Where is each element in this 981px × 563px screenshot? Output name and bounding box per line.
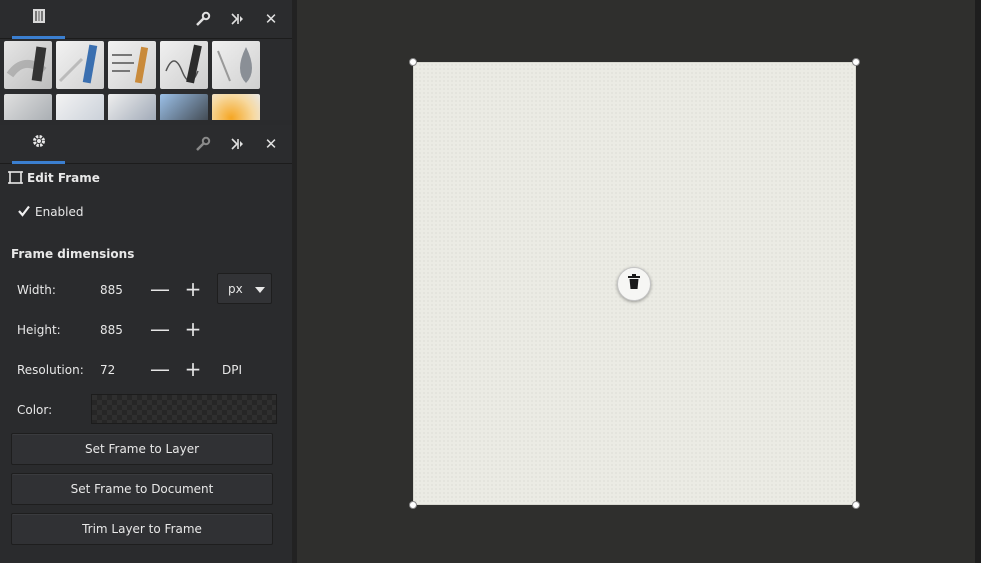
tab-settings[interactable] — [12, 125, 65, 164]
close-glyph: ✕ — [264, 10, 278, 28]
settings-panel-tabbar: ✕ — [0, 125, 292, 164]
wrench-icon[interactable] — [190, 0, 216, 38]
enabled-checkbox[interactable] — [17, 203, 31, 222]
technical-pen-brush[interactable] — [212, 41, 260, 89]
panel-title: Edit Frame — [27, 171, 100, 185]
brush-library-icon — [31, 8, 47, 28]
marker-brush[interactable] — [56, 41, 104, 89]
height-increment-button[interactable]: + — [182, 318, 204, 340]
unit-select-value: px — [228, 281, 243, 296]
set-frame-to-document-button[interactable]: Set Frame to Document — [11, 473, 273, 505]
delete-frame-button[interactable] — [617, 267, 651, 301]
tab-brush-library[interactable] — [12, 0, 65, 39]
brush-grid — [0, 39, 292, 120]
blue-paint-brush[interactable] — [160, 94, 208, 120]
gear-icon — [31, 133, 47, 153]
smudge-brush[interactable] — [4, 41, 52, 89]
resolution-decrement-button[interactable]: — — [149, 358, 171, 380]
frame-handle-top-left[interactable] — [409, 58, 417, 66]
blue-pencil-brush[interactable] — [108, 41, 156, 89]
resolution-label: Resolution: — [17, 363, 84, 377]
resolution-increment-button[interactable]: + — [182, 358, 204, 380]
brush-panel-tabbar: ✕ — [0, 0, 292, 39]
color-label: Color: — [17, 403, 53, 417]
close-icon[interactable]: ✕ — [258, 0, 284, 38]
width-increment-button[interactable]: + — [182, 278, 204, 300]
height-input[interactable]: 885 — [100, 323, 123, 337]
dock-arrows-icon[interactable] — [224, 0, 250, 38]
set-frame-to-layer-button[interactable]: Set Frame to Layer — [11, 433, 273, 465]
width-label: Width: — [17, 283, 56, 297]
frame-handle-bottom-left[interactable] — [409, 501, 417, 509]
resolution-input[interactable]: 72 — [100, 363, 115, 377]
frame-handle-bottom-right[interactable] — [852, 501, 860, 509]
height-label: Height: — [17, 323, 61, 337]
right-edge — [975, 0, 981, 563]
close-icon[interactable]: ✕ — [258, 125, 284, 163]
color-swatch[interactable] — [91, 394, 277, 424]
unit-select[interactable]: px — [217, 273, 272, 304]
wrench-icon[interactable] — [190, 125, 216, 163]
texture-brush[interactable] — [108, 94, 156, 120]
airbrush-gray[interactable] — [4, 94, 52, 120]
left-panel: ✕ ✕ Edit Frame Enabled Frame dimensions … — [0, 0, 293, 563]
resolution-unit: DPI — [222, 363, 243, 377]
pencil-brush[interactable] — [160, 41, 208, 89]
watercolor-orange[interactable] — [212, 94, 260, 120]
width-decrement-button[interactable]: — — [149, 278, 171, 300]
frame-icon — [8, 170, 23, 189]
chevron-down-icon — [254, 282, 265, 296]
frame-handle-top-right[interactable] — [852, 58, 860, 66]
trash-icon — [627, 274, 641, 294]
enabled-label: Enabled — [35, 205, 84, 219]
dock-arrows-icon[interactable] — [224, 125, 250, 163]
trim-layer-to-frame-button[interactable]: Trim Layer to Frame — [11, 513, 273, 545]
airbrush-blue[interactable] — [56, 94, 104, 120]
close-glyph: ✕ — [264, 135, 278, 153]
width-input[interactable]: 885 — [100, 283, 123, 297]
section-title: Frame dimensions — [11, 247, 135, 261]
height-decrement-button[interactable]: — — [149, 318, 171, 340]
